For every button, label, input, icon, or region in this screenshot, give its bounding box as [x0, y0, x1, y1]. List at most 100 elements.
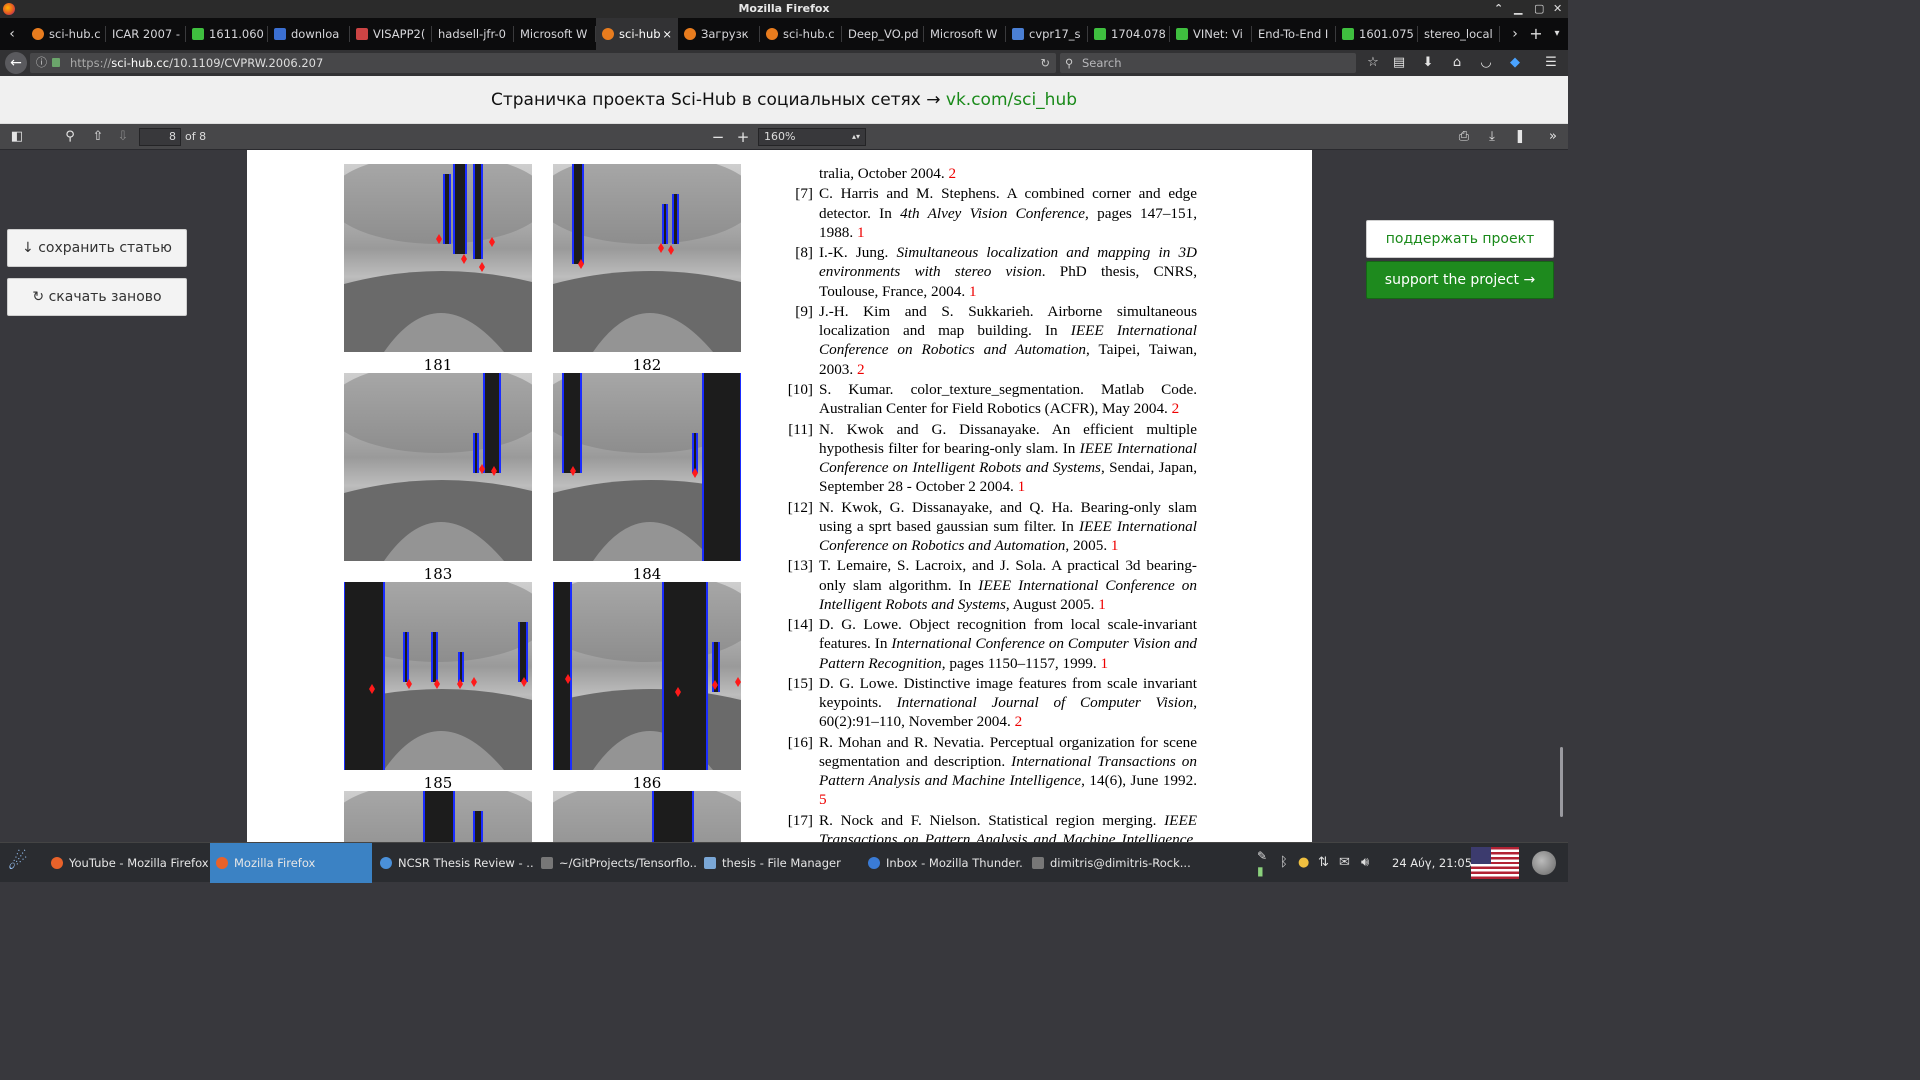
- downloads-icon[interactable]: ⬇: [1417, 50, 1439, 76]
- network-icon[interactable]: ⇅: [1318, 843, 1329, 883]
- tab-16[interactable]: 1601.075: [1336, 18, 1418, 50]
- tab-5[interactable]: hadsell-jfr-0: [432, 18, 514, 50]
- home-icon[interactable]: ⌂: [1446, 50, 1468, 76]
- reference-item: [13] T. Lemaire, S. Lacroix, and J. Sola.…: [783, 556, 1197, 614]
- support-project-button-ru[interactable]: поддержать проект: [1366, 220, 1554, 258]
- backref-link[interactable]: 2: [948, 165, 956, 182]
- tab-scroll-left-icon[interactable]: ‹: [2, 18, 22, 50]
- backref-link[interactable]: 5: [819, 791, 827, 808]
- tab-1[interactable]: ICAR 2007 -: [106, 18, 186, 50]
- bluetooth-icon[interactable]: ᛒ: [1280, 843, 1288, 883]
- url-bar[interactable]: ⓘ https://sci-hub.cc/10.1109/CVPRW.2006.…: [30, 53, 1056, 73]
- taskbar-item[interactable]: ~/GitProjects/Tensorflo...: [535, 843, 696, 883]
- backref-link[interactable]: 1: [1018, 478, 1026, 495]
- taskbar-item-label: NCSR Thesis Review - ...: [398, 856, 533, 870]
- tab-9[interactable]: sci-hub.c: [760, 18, 842, 50]
- backref-link[interactable]: 2: [1015, 713, 1023, 730]
- restore-icon[interactable]: ▁: [1514, 0, 1522, 18]
- volume-icon[interactable]: 🔊︎: [1361, 843, 1369, 883]
- bookmark-star-icon[interactable]: ☆: [1362, 50, 1384, 76]
- reload-icon[interactable]: ↻: [1040, 53, 1050, 73]
- support-project-button-en[interactable]: support the project →: [1366, 261, 1554, 299]
- backref-link[interactable]: 1: [1101, 655, 1109, 672]
- hamburger-menu-icon[interactable]: ☰: [1540, 50, 1562, 76]
- info-icon[interactable]: ⓘ: [36, 53, 47, 73]
- extension-icon[interactable]: ◆: [1504, 50, 1526, 76]
- reference-item: [12] N. Kwok, G. Dissanayake, and Q. Ha. …: [783, 498, 1197, 556]
- zoom-select[interactable]: 160% ▴▾: [758, 128, 866, 146]
- arxiv-smiley-icon: [1094, 28, 1106, 40]
- next-page-icon[interactable]: ⇩: [112, 124, 134, 150]
- save-icon[interactable]: ⤓: [1481, 124, 1503, 150]
- pocket-icon[interactable]: ◡: [1475, 50, 1497, 76]
- taskbar-item[interactable]: NCSR Thesis Review - ...: [374, 843, 533, 883]
- tab-17[interactable]: stereo_local: [1418, 18, 1500, 50]
- tab-13[interactable]: 1704.078: [1088, 18, 1170, 50]
- taskbar-item[interactable]: dimitris@dimitris-Rock...: [1026, 843, 1196, 883]
- start-menu-icon[interactable]: ☄: [8, 843, 28, 883]
- previous-page-icon[interactable]: ⇧: [87, 124, 109, 150]
- reference-number: [15]: [787, 674, 813, 692]
- tools-menu-icon[interactable]: »: [1542, 124, 1564, 150]
- find-icon[interactable]: ⚲: [59, 124, 81, 150]
- taskbar-item[interactable]: Inbox - Mozilla Thunder...: [862, 843, 1024, 883]
- weather-icon[interactable]: ●: [1298, 843, 1309, 883]
- tab-label: 1704.078: [1111, 27, 1166, 41]
- back-button[interactable]: ←: [5, 52, 27, 74]
- tab-3[interactable]: downloa: [268, 18, 350, 50]
- mail-icon[interactable]: ✉: [1339, 843, 1350, 883]
- clock[interactable]: 24 Αύγ, 21:05: [1392, 843, 1472, 883]
- zoom-in-icon[interactable]: +: [732, 124, 754, 150]
- taskbar-item-label: dimitris@dimitris-Rock...: [1050, 856, 1191, 870]
- maximize-icon[interactable]: ▢: [1534, 0, 1544, 18]
- tab-4[interactable]: VISAPP2(: [350, 18, 432, 50]
- scihub-banner: Страничка проекта Sci-Hub в социальных с…: [0, 76, 1568, 124]
- tab-label: Microsoft W: [520, 27, 588, 41]
- backref-link[interactable]: 1: [1098, 596, 1106, 613]
- arxiv-smiley-icon: [192, 28, 204, 40]
- taskbar-item[interactable]: thesis - File Manager: [698, 843, 860, 883]
- tab-list-icon[interactable]: ▾: [1548, 18, 1566, 50]
- user-avatar[interactable]: [1532, 851, 1556, 875]
- tab-15[interactable]: End-To-End I: [1252, 18, 1336, 50]
- backref-link[interactable]: 2: [1172, 400, 1180, 417]
- tab-14[interactable]: VINet: Vi: [1170, 18, 1252, 50]
- tab-scroll-right-icon[interactable]: ›: [1506, 18, 1524, 50]
- reading-list-icon[interactable]: ▤: [1388, 50, 1410, 76]
- tab-8[interactable]: Загрузк: [678, 18, 760, 50]
- tab-label: hadsell-jfr-0: [438, 27, 506, 41]
- print-icon[interactable]: ⎙: [1453, 124, 1475, 150]
- tab-7[interactable]: sci-hub ×: [596, 18, 678, 50]
- bookmark-icon[interactable]: ❚: [1509, 124, 1531, 150]
- sidebar-toggle-icon[interactable]: ◧: [6, 124, 28, 150]
- reference-text: , August 2005.: [1005, 595, 1099, 613]
- tab-12[interactable]: cvpr17_s: [1006, 18, 1088, 50]
- search-input[interactable]: ⚲ Search: [1060, 53, 1356, 73]
- window-title: Mozilla Firefox: [738, 2, 830, 15]
- close-window-icon[interactable]: ✕: [1553, 0, 1562, 18]
- taskbar-item[interactable]: YouTube - Mozilla Firefox: [45, 843, 208, 883]
- new-tab-icon[interactable]: +: [1526, 18, 1546, 50]
- close-tab-icon[interactable]: ×: [662, 18, 672, 50]
- zoom-out-icon[interactable]: −: [707, 124, 729, 150]
- backref-link[interactable]: 1: [969, 283, 977, 300]
- tab-0[interactable]: sci-hub.c: [26, 18, 106, 50]
- tab-10[interactable]: Deep_VO.pd: [842, 18, 924, 50]
- redownload-button[interactable]: ↻ скачать заново: [7, 278, 187, 316]
- reference-number: [13]: [787, 557, 813, 575]
- backref-link[interactable]: 1: [857, 224, 865, 241]
- minimize-icon[interactable]: ⌃: [1494, 0, 1503, 18]
- keyboard-layout-flag-icon[interactable]: [1471, 847, 1519, 879]
- taskbar-item[interactable]: Mozilla Firefox: [210, 843, 372, 883]
- tab-11[interactable]: Microsoft W: [924, 18, 1006, 50]
- tab-2[interactable]: 1611.060: [186, 18, 268, 50]
- clipboard-icon[interactable]: ▮: [1257, 851, 1264, 891]
- firefox-icon: [216, 857, 228, 869]
- backref-link[interactable]: 2: [857, 361, 865, 378]
- page-number-input[interactable]: 8: [139, 128, 181, 146]
- scrollbar-thumb[interactable]: [1560, 747, 1563, 817]
- backref-link[interactable]: 1: [1111, 537, 1119, 554]
- save-article-button[interactable]: ↓ сохранить статью: [7, 229, 187, 267]
- tab-6[interactable]: Microsoft W: [514, 18, 596, 50]
- vk-link[interactable]: vk.com/sci_hub: [946, 90, 1077, 110]
